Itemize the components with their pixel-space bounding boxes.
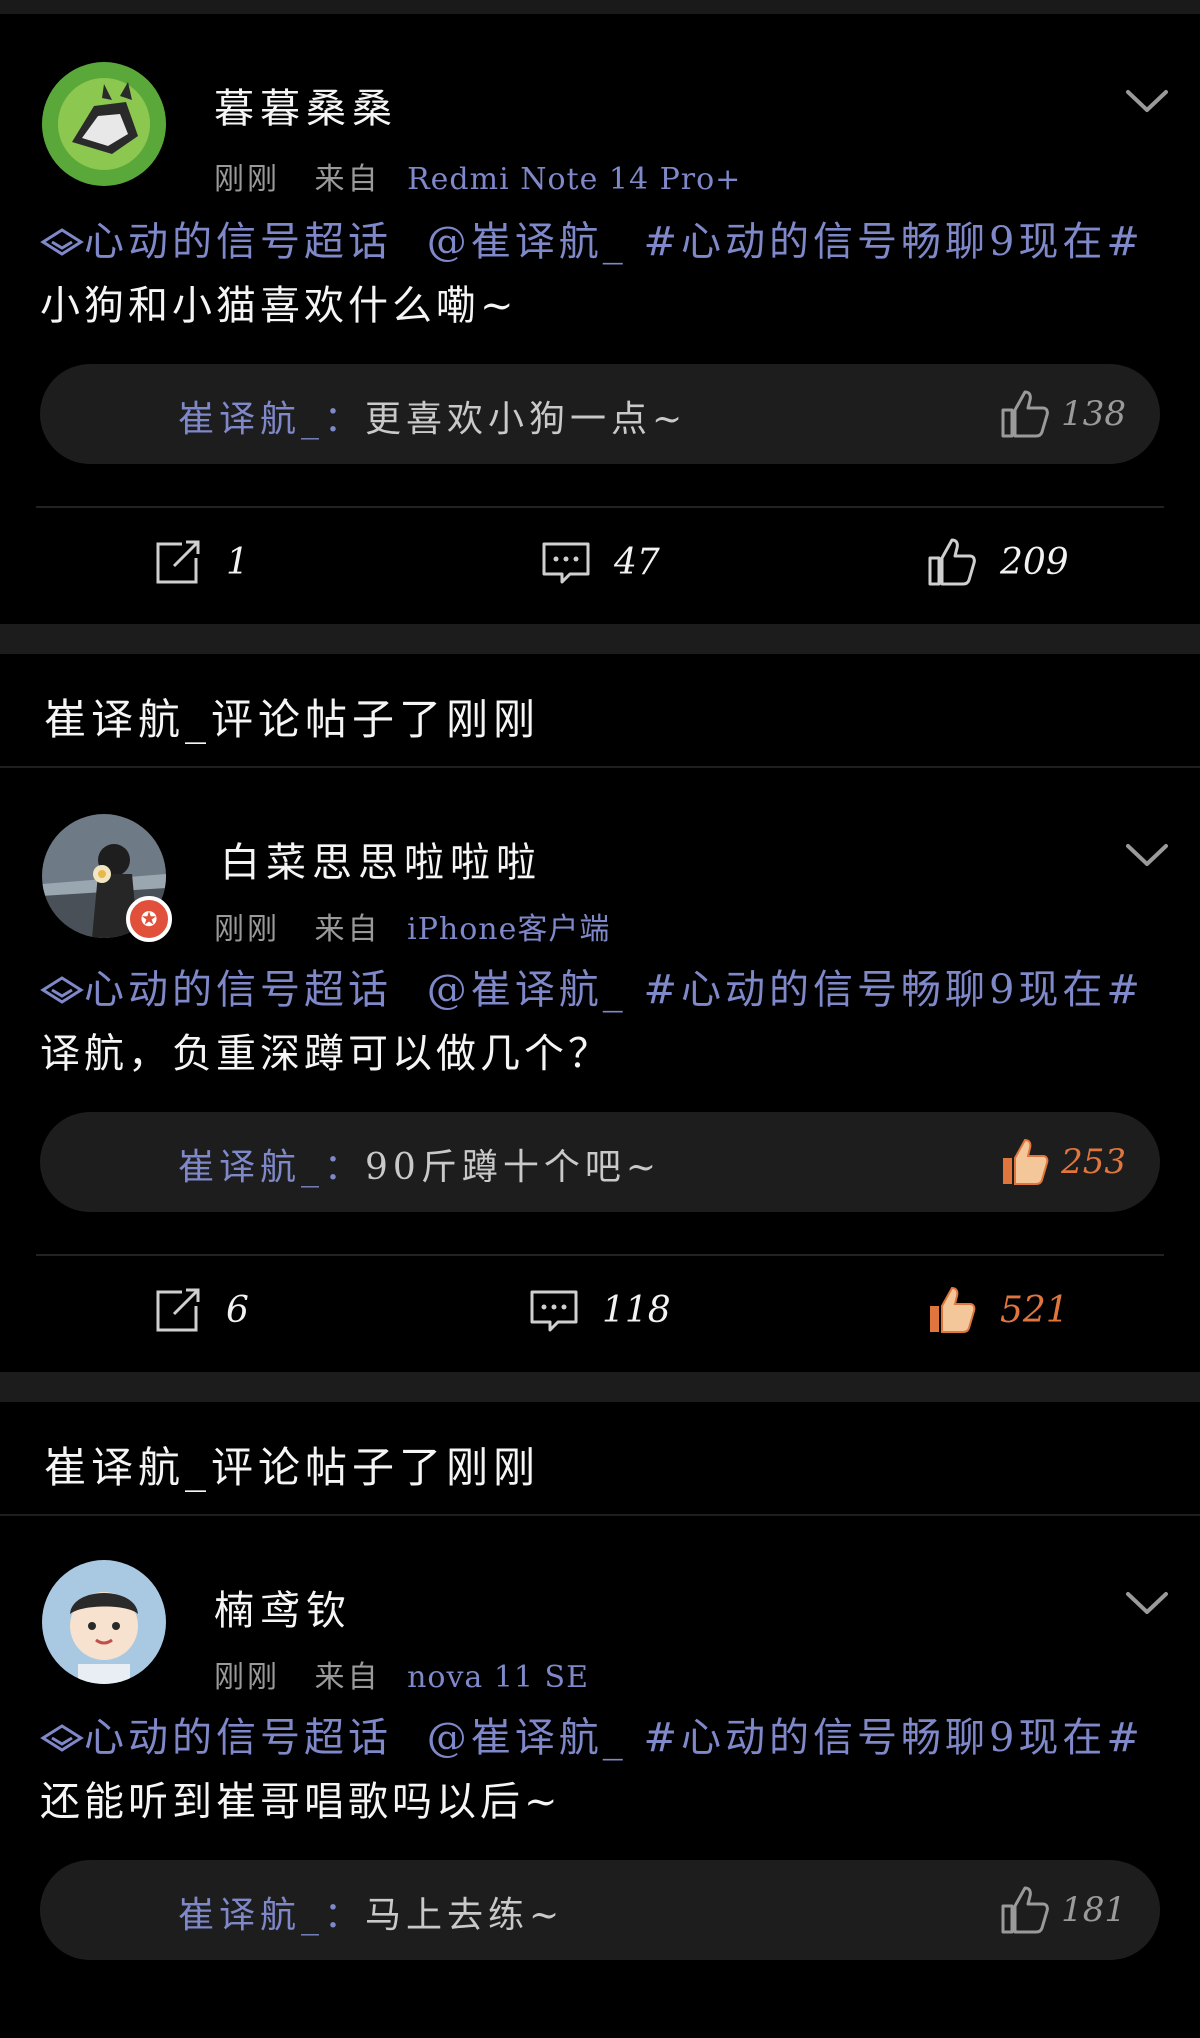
post-meta: 刚刚 来自 Redmi Note 14 Pro+ (214, 154, 741, 198)
topic-badge-label: 心动的信号超话 (84, 219, 392, 265)
post-time: 刚刚 (214, 912, 280, 947)
super-topic-link[interactable]: 心动的信号超话 (40, 219, 392, 265)
from-label: 来自 (314, 162, 381, 197)
activity-header: 崔译航_评论帖子了刚刚 (0, 1402, 1200, 1516)
username[interactable]: 白菜思思啦啦啦 (220, 830, 542, 888)
post-text: 译航，负重深蹲可以做几个？ (40, 1031, 612, 1077)
mention-link[interactable]: @崔译航_ (427, 219, 627, 265)
post-content: 心动的信号超话 @崔译航_ #心动的信号畅聊9现在# 译航，负重深蹲可以做几个？ (0, 958, 1200, 1086)
reply-like-count: 181 (1061, 1890, 1126, 1930)
comment-count: 47 (614, 541, 660, 583)
comment-count: 118 (602, 1289, 671, 1331)
reply-content: 90斤蹲十个吧~ (365, 1147, 661, 1188)
post-meta: 刚刚 来自 nova 11 SE (214, 1652, 589, 1696)
avatar[interactable] (42, 1560, 166, 1684)
comment-button[interactable]: 118 (528, 1284, 671, 1336)
section-separator (0, 1372, 1200, 1402)
post-card[interactable]: ✪ 白菜思思啦啦啦 刚刚 来自 iPhone客户端 心动的信号超话 @崔译航_ … (0, 768, 1200, 1372)
hashtag-link[interactable]: #心动的信号畅聊9现在# (643, 967, 1143, 1013)
thumb-up-icon (1003, 1138, 1049, 1185)
post-text: 还能听到崔哥唱歌吗以后~ (40, 1779, 562, 1825)
comment-icon (542, 542, 590, 584)
topic-badge-label: 心动的信号超话 (84, 1715, 392, 1761)
super-topic-diamond-icon (40, 1724, 84, 1752)
from-label: 来自 (314, 1660, 381, 1695)
mention-link[interactable]: @崔译航_ (427, 1715, 627, 1761)
like-button[interactable]: 521 (926, 1284, 1069, 1336)
post-content: 心动的信号超话 @崔译航_ #心动的信号畅聊9现在# 小狗和小猫喜欢什么嘞~ (0, 210, 1200, 338)
repost-button[interactable]: 1 (152, 536, 249, 588)
device-name: nova 11 SE (407, 1660, 590, 1695)
chevron-down-icon[interactable] (1124, 840, 1170, 870)
device-name: Redmi Note 14 Pro+ (407, 162, 742, 197)
post-header: 楠鸢钦 刚刚 来自 nova 11 SE (0, 1516, 1200, 1706)
verified-badge-icon: ✪ (126, 896, 172, 942)
reply-text: 崔译航_：马上去练~ (178, 1886, 564, 1938)
repost-count: 1 (226, 541, 249, 583)
post-header: ✪ 白菜思思啦啦啦 刚刚 来自 iPhone客户端 (0, 768, 1200, 958)
thumb-up-icon (1001, 390, 1049, 438)
repost-count: 6 (226, 1289, 249, 1331)
hashtag-link[interactable]: #心动的信号畅聊9现在# (643, 219, 1143, 265)
reply-author[interactable]: 崔译航_： (178, 399, 365, 440)
featured-reply[interactable]: 崔译航_：更喜欢小狗一点~ 138 (40, 364, 1160, 464)
super-topic-link[interactable]: 心动的信号超话 (40, 1715, 392, 1761)
post-header: 暮暮桑桑 刚刚 来自 Redmi Note 14 Pro+ (0, 14, 1200, 210)
post-meta: 刚刚 来自 iPhone客户端 (214, 904, 610, 948)
section-separator (0, 624, 1200, 654)
reply-like-button[interactable]: 138 (999, 388, 1126, 440)
post-card[interactable]: 暮暮桑桑 刚刚 来自 Redmi Note 14 Pro+ 心动的信号超话 @崔… (0, 14, 1200, 624)
thumb-up-icon (930, 1286, 976, 1333)
super-topic-diamond-icon (40, 976, 84, 1004)
username[interactable]: 暮暮桑桑 (214, 76, 398, 134)
post-time: 刚刚 (214, 162, 280, 197)
super-topic-link[interactable]: 心动的信号超话 (40, 967, 392, 1013)
chevron-down-icon[interactable] (1124, 1588, 1170, 1618)
repost-icon (156, 1288, 200, 1332)
reply-content: 马上去练~ (365, 1895, 565, 1936)
chevron-down-icon[interactable] (1124, 86, 1170, 116)
like-button[interactable]: 209 (926, 536, 1069, 588)
hashtag-link[interactable]: #心动的信号畅聊9现在# (643, 1715, 1143, 1761)
reply-like-count: 138 (1061, 394, 1126, 434)
featured-reply[interactable]: 崔译航_：90斤蹲十个吧~ 253 (40, 1112, 1160, 1212)
featured-reply[interactable]: 崔译航_：马上去练~ 181 (40, 1860, 1160, 1960)
topic-badge-label: 心动的信号超话 (84, 967, 392, 1013)
thumb-up-icon (928, 538, 976, 586)
post-text: 小狗和小猫喜欢什么嘞~ (40, 283, 518, 329)
action-bar: 1 47 209 (0, 508, 1200, 624)
reply-author[interactable]: 崔译航_： (178, 1895, 365, 1936)
super-topic-diamond-icon (40, 228, 84, 256)
reply-like-button[interactable]: 181 (999, 1884, 1126, 1936)
avatar[interactable] (42, 62, 166, 186)
comment-icon (530, 1290, 578, 1332)
activity-header: 崔译航_评论帖子了刚刚 (0, 654, 1200, 768)
reply-content: 更喜欢小狗一点~ (365, 399, 688, 440)
post-time: 刚刚 (214, 1660, 280, 1695)
thumb-up-icon (1001, 1886, 1049, 1934)
reply-text: 崔译航_：90斤蹲十个吧~ (178, 1138, 661, 1190)
from-label: 来自 (314, 912, 381, 947)
post-card[interactable]: 楠鸢钦 刚刚 来自 nova 11 SE 心动的信号超话 @崔译航_ #心动的信… (0, 1516, 1200, 1960)
reply-like-button[interactable]: 253 (999, 1136, 1126, 1188)
repost-button[interactable]: 6 (152, 1284, 249, 1336)
reply-like-count: 253 (1061, 1142, 1126, 1182)
like-count: 209 (1000, 541, 1069, 583)
like-count: 521 (1000, 1289, 1069, 1331)
username[interactable]: 楠鸢钦 (214, 1578, 352, 1636)
post-content: 心动的信号超话 @崔译航_ #心动的信号畅聊9现在# 还能听到崔哥唱歌吗以后~ (0, 1706, 1200, 1834)
top-strip (0, 0, 1200, 14)
comment-button[interactable]: 47 (540, 536, 660, 588)
action-bar: 6 118 521 (0, 1256, 1200, 1372)
activity-label: 崔译航_评论帖子了刚刚 (44, 1443, 541, 1492)
reply-text: 崔译航_：更喜欢小狗一点~ (178, 390, 687, 442)
device-name: iPhone客户端 (407, 912, 611, 947)
reply-author[interactable]: 崔译航_： (178, 1147, 365, 1188)
activity-label: 崔译航_评论帖子了刚刚 (44, 695, 541, 744)
mention-link[interactable]: @崔译航_ (427, 967, 627, 1013)
repost-icon (156, 540, 200, 584)
